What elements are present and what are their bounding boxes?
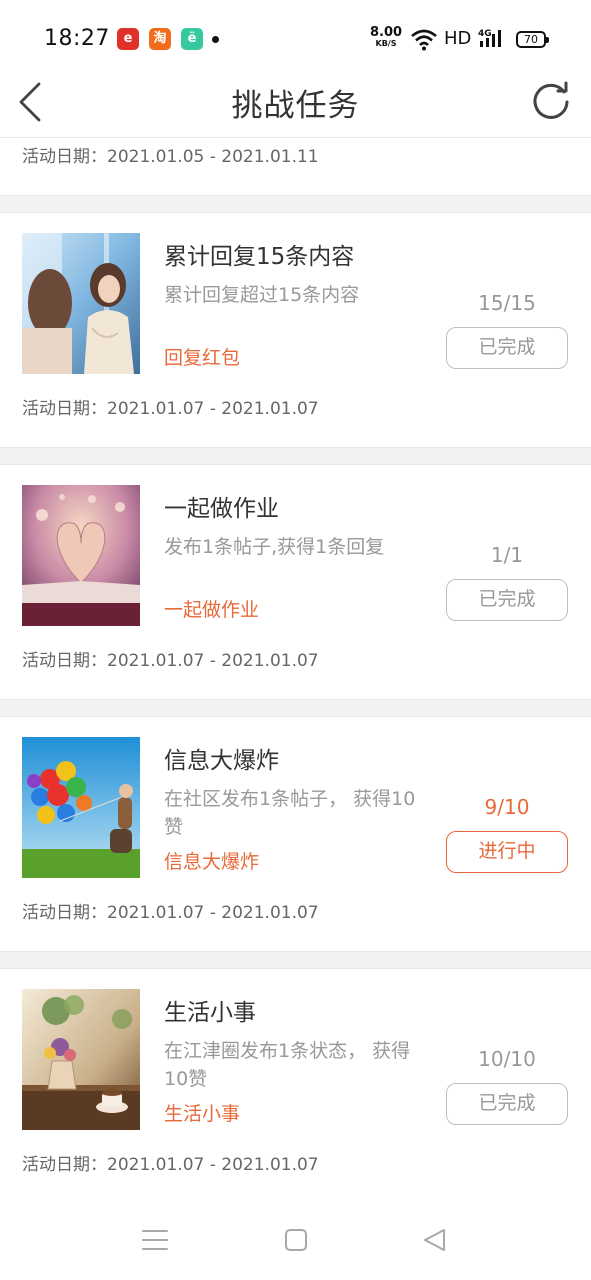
- task-title: 生活小事: [164, 1000, 256, 1026]
- back-triangle-icon[interactable]: [420, 1226, 450, 1254]
- activity-date: 活动日期：2021.01.07 - 2021.01.07: [22, 898, 319, 923]
- task-card-previous[interactable]: 活动日期：2021.01.05 - 2021.01.11: [0, 138, 591, 196]
- task-list[interactable]: 活动日期：2021.01.05 - 2021.01.11 累计回复15条内容 累…: [0, 138, 591, 1200]
- date-prefix: 活动日期：: [22, 399, 107, 419]
- status-button[interactable]: 已完成: [446, 1083, 568, 1125]
- date-range: 2021.01.07 - 2021.01.07: [107, 903, 319, 923]
- status-button[interactable]: 进行中: [446, 831, 568, 873]
- wifi-icon: [411, 29, 437, 51]
- activity-date: 活动日期：2021.01.07 - 2021.01.07: [22, 1150, 319, 1175]
- task-description: 累计回复超过15条内容: [164, 284, 360, 306]
- task-reward: 一起做作业: [164, 599, 260, 621]
- network-speed: 8.00 KB/S: [370, 25, 403, 49]
- date-prefix: 活动日期：: [22, 1155, 107, 1175]
- date-prefix: 活动日期：: [22, 903, 107, 923]
- task-title: 一起做作业: [164, 496, 279, 522]
- coffee-table-photo: [22, 989, 140, 1130]
- notification-dot-icon: [212, 36, 219, 43]
- system-nav-bar: [0, 1200, 591, 1280]
- task-reward: 生活小事: [164, 1103, 241, 1125]
- title-bar: 挑战任务: [0, 78, 591, 138]
- task-title: 信息大爆炸: [164, 748, 279, 774]
- assistant-app-icon: ё: [181, 28, 203, 50]
- refresh-icon[interactable]: [528, 78, 574, 124]
- date-range: 2021.01.07 - 2021.01.07: [107, 651, 319, 671]
- task-progress: 10/10: [478, 1047, 536, 1071]
- page-title: 挑战任务: [231, 88, 360, 124]
- signal-4g-icon: 4G: [478, 29, 501, 47]
- activity-date: 活动日期：2021.01.07 - 2021.01.07: [22, 646, 319, 671]
- task-card[interactable]: 一起做作业 发布1条帖子,获得1条回复 一起做作业 1/1 已完成 活动日期：2…: [0, 464, 591, 700]
- network-speed-value: 8.00: [370, 25, 403, 40]
- date-range: 2021.01.07 - 2021.01.07: [107, 399, 319, 419]
- date-prefix: 活动日期：: [22, 147, 107, 167]
- task-description: 发布1条帖子,获得1条回复: [164, 536, 385, 558]
- status-time: 18:27: [44, 26, 110, 51]
- task-progress: 1/1: [490, 543, 524, 567]
- activity-date: 活动日期：2021.01.07 - 2021.01.07: [22, 394, 319, 419]
- task-title: 累计回复15条内容: [164, 244, 355, 270]
- two-girls-window-photo: [22, 233, 140, 374]
- date-prefix: 活动日期：: [22, 651, 107, 671]
- heart-book-photo: [22, 485, 140, 626]
- activity-date: 活动日期：2021.01.05 - 2021.01.11: [22, 142, 319, 167]
- task-description: 在江津圈发布1条状态， 获得10赞: [164, 1040, 411, 1090]
- battery-icon: 70: [516, 31, 549, 48]
- status-button[interactable]: 已完成: [446, 579, 568, 621]
- task-card[interactable]: 累计回复15条内容 累计回复超过15条内容 回复红包 15/15 已完成 活动日…: [0, 212, 591, 448]
- e-app-icon: e: [117, 28, 139, 50]
- date-range: 2021.01.05 - 2021.01.11: [107, 147, 319, 167]
- hd-indicator: HD: [444, 28, 472, 49]
- task-reward: 信息大爆炸: [164, 851, 260, 873]
- task-description: 在社区发布1条帖子， 获得10赞: [164, 788, 416, 838]
- svg-text:4G: 4G: [478, 29, 492, 39]
- task-progress: 15/15: [478, 291, 536, 315]
- balloons-photo: [22, 737, 140, 878]
- date-range: 2021.01.07 - 2021.01.07: [107, 1155, 319, 1175]
- home-square-icon[interactable]: [281, 1226, 311, 1254]
- task-card[interactable]: 信息大爆炸 在社区发布1条帖子， 获得10赞 信息大爆炸 9/10 进行中 活动…: [0, 716, 591, 952]
- menu-icon[interactable]: [140, 1226, 170, 1254]
- taobao-icon: 淘: [149, 28, 171, 50]
- task-reward: 回复红包: [164, 347, 241, 369]
- status-bar: 18:27 e 淘 ё 8.00 KB/S HD 4G 70: [0, 0, 591, 78]
- task-card[interactable]: 生活小事 在江津圈发布1条状态， 获得10赞 生活小事 10/10 已完成 活动…: [0, 968, 591, 1200]
- status-button[interactable]: 已完成: [446, 327, 568, 369]
- task-progress: 9/10: [484, 795, 530, 819]
